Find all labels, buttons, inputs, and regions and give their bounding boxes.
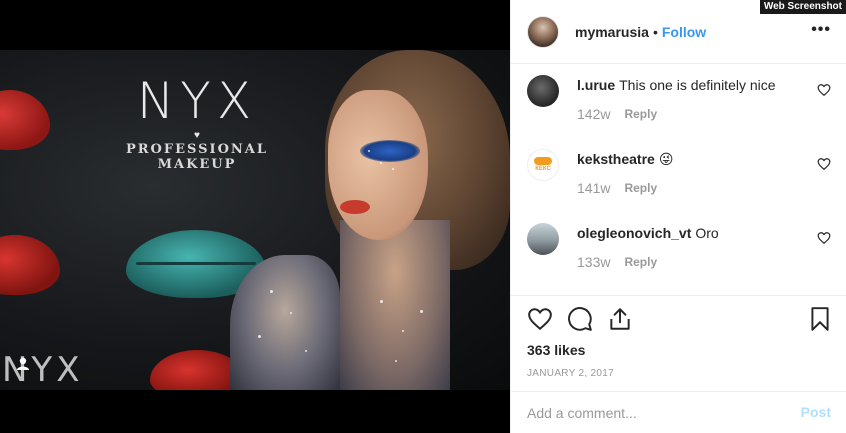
- candy-logo-icon: [534, 157, 552, 165]
- reply-button[interactable]: Reply: [624, 254, 657, 270]
- comment-age[interactable]: 142w: [577, 106, 610, 122]
- red-lips-graphic: [0, 235, 60, 295]
- reply-button[interactable]: Reply: [624, 180, 657, 196]
- likes-count[interactable]: 363 likes: [527, 342, 585, 358]
- heart-icon[interactable]: [817, 231, 831, 245]
- avatar[interactable]: [527, 223, 559, 255]
- avatar[interactable]: КЕКС: [527, 149, 559, 181]
- add-comment-input[interactable]: [527, 403, 777, 423]
- heart-icon[interactable]: [817, 157, 831, 171]
- comment-age[interactable]: 141w: [577, 180, 610, 196]
- heart-icon[interactable]: [527, 306, 553, 332]
- photo-pane: NYX ♥ PROFESSIONAL MAKEUP NYX: [0, 0, 510, 433]
- model-figure: [230, 50, 510, 390]
- comment-text: 😜: [658, 151, 674, 167]
- comment-text: This one is definitely nice: [619, 77, 776, 93]
- comment-text: Oro: [695, 225, 719, 241]
- comment-bubble-icon[interactable]: [567, 306, 593, 332]
- red-lips-graphic: [0, 90, 50, 150]
- reply-button[interactable]: Reply: [624, 106, 657, 122]
- post-photo[interactable]: NYX ♥ PROFESSIONAL MAKEUP NYX: [0, 50, 510, 390]
- post-button[interactable]: Post: [801, 404, 831, 420]
- comment-age[interactable]: 133w: [577, 254, 610, 270]
- comment-item: l.urue This one is definitely nice 142w R…: [527, 65, 831, 139]
- user-tag-icon[interactable]: [14, 355, 32, 373]
- action-bar: [527, 306, 831, 334]
- post-header: mymarusia • Follow •••: [511, 0, 846, 64]
- follow-button[interactable]: Follow: [662, 24, 706, 40]
- divider: [511, 295, 846, 296]
- comments-list[interactable]: l.urue This one is definitely nice 142w R…: [511, 65, 846, 295]
- heart-icon[interactable]: [817, 83, 831, 97]
- separator-dot: •: [652, 23, 658, 40]
- comment-item: olegleonovich_vt Oro 133w Reply: [527, 213, 831, 287]
- more-options-icon[interactable]: •••: [811, 22, 831, 38]
- comment-username-link[interactable]: l.urue: [577, 77, 615, 93]
- share-icon[interactable]: [607, 306, 633, 332]
- avatar-logo-text: КЕКС: [535, 166, 551, 172]
- owner-username-link[interactable]: mymarusia: [575, 24, 649, 40]
- comment-username-link[interactable]: kekstheatre: [577, 151, 655, 167]
- avatar[interactable]: [527, 75, 559, 107]
- comment-composer: Post: [511, 391, 846, 433]
- avatar[interactable]: [527, 15, 559, 48]
- bookmark-icon[interactable]: [807, 306, 833, 332]
- comment-username-link[interactable]: olegleonovich_vt: [577, 225, 691, 241]
- post-sidebar: Web Screenshot mymarusia • Follow ••• l.…: [510, 0, 846, 433]
- comment-item: КЕКС kekstheatre 😜 141w Reply: [527, 139, 831, 213]
- post-date[interactable]: JANUARY 2, 2017: [527, 368, 614, 379]
